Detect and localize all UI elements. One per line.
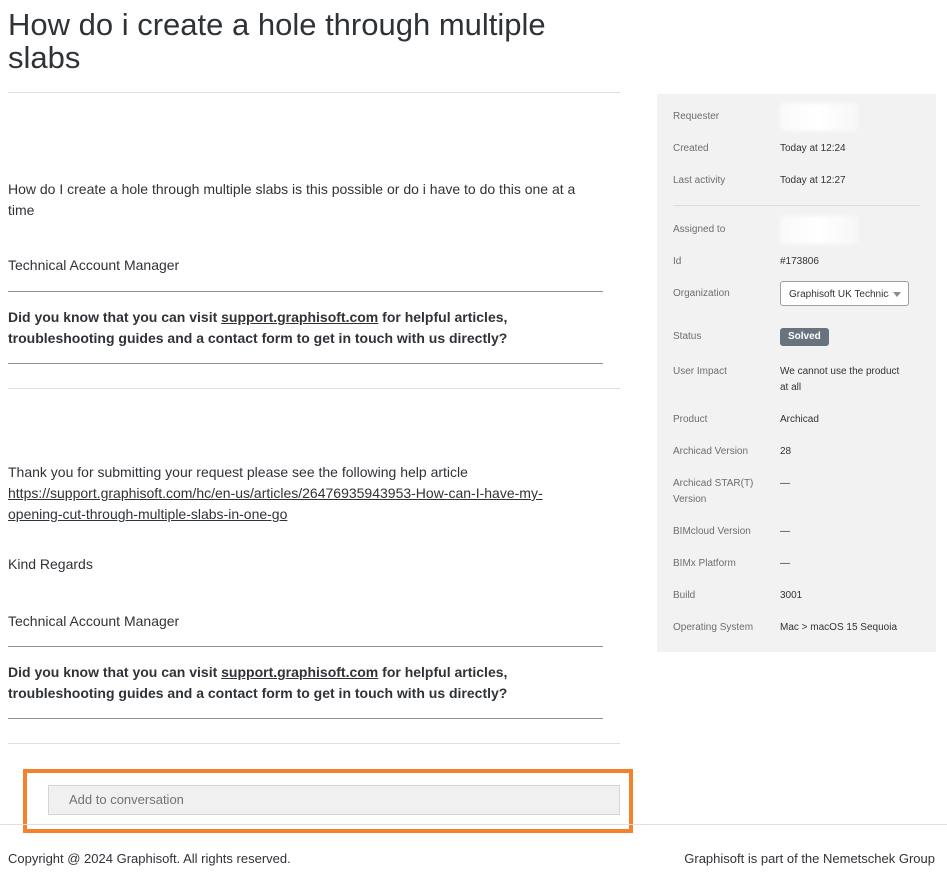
promo-text: Did you know that you can visit (8, 309, 222, 325)
organization-label: Organization (673, 288, 730, 299)
os-label: Operating System (673, 622, 754, 633)
chevron-down-icon (893, 292, 901, 297)
support-link[interactable]: support.graphisoft.com (221, 664, 378, 680)
bimx-value: — (780, 558, 790, 569)
created-value: Today at 12:24 (780, 143, 846, 154)
last-activity-label: Last activity (673, 175, 726, 186)
request-details-sidebar: Requester Created Today at 12:24 Last ac… (657, 94, 936, 652)
comment-2-intro: Thank you for submitting your request pl… (8, 464, 468, 480)
star-version-label: Archicad STAR(T) Version (673, 478, 754, 505)
bimx-label: BIMx Platform (673, 558, 736, 569)
organization-select[interactable]: Graphisoft UK Technical (780, 281, 909, 306)
comment-2-closing: Kind Regards (8, 556, 93, 572)
comment-divider (8, 743, 620, 744)
comment-2-body: Thank you for submitting your request pl… (8, 462, 603, 525)
os-value: Mac > macOS 15 Sequoia (780, 622, 898, 633)
last-activity-value: Today at 12:27 (780, 175, 846, 186)
requester-avatar-blurred (780, 103, 858, 131)
comment-1-signature: Technical Account Manager (8, 257, 180, 273)
comment-2-signature: Technical Account Manager (8, 613, 180, 629)
help-article-link[interactable]: https://support.graphisoft.com/hc/en-us/… (8, 485, 543, 522)
product-label: Product (673, 414, 708, 425)
support-link[interactable]: support.graphisoft.com (221, 309, 378, 325)
star-version-value: — (780, 478, 790, 489)
assignee-blurred (780, 216, 858, 244)
user-impact-label: User Impact (673, 366, 727, 377)
build-label: Build (673, 590, 696, 601)
organization-selected-value: Graphisoft UK Technical (789, 289, 889, 300)
promo-text: Did you know that you can visit (8, 664, 222, 680)
build-value: 3001 (780, 590, 803, 601)
add-to-conversation-input[interactable]: Add to conversation (48, 785, 620, 815)
signature-divider (8, 646, 603, 647)
signature-divider (8, 291, 603, 292)
page-title: How do i create a hole through multiple … (8, 7, 546, 75)
comment-1-body: How do I create a hole through multiple … (8, 181, 576, 218)
bimcloud-label: BIMcloud Version (673, 526, 751, 537)
promo-divider (8, 363, 603, 364)
archicad-version-value: 28 (780, 446, 792, 457)
status-label: Status (673, 331, 702, 342)
comment-2-promo: Did you know that you can visit support.… (8, 662, 603, 704)
status-badge: Solved (780, 328, 829, 346)
sidebar-divider (673, 205, 920, 206)
promo-divider (8, 718, 603, 719)
user-impact-value: We cannot use the product at all (780, 366, 900, 393)
requester-label: Requester (673, 111, 720, 122)
assigned-label: Assigned to (673, 224, 726, 235)
archicad-version-label: Archicad Version (673, 446, 749, 457)
created-label: Created (673, 143, 709, 154)
bimcloud-value: — (780, 526, 790, 537)
title-divider (8, 92, 620, 93)
footer-group: Graphisoft is part of the Nemetschek Gro… (684, 851, 935, 866)
product-value: Archicad (780, 414, 819, 425)
footer-divider (0, 824, 947, 825)
comment-divider (8, 388, 620, 389)
footer-copyright: Copyright @ 2024 Graphisoft. All rights … (8, 851, 291, 866)
id-value: #173806 (780, 256, 819, 267)
comment-1-promo: Did you know that you can visit support.… (8, 307, 603, 349)
id-label: Id (673, 256, 682, 267)
